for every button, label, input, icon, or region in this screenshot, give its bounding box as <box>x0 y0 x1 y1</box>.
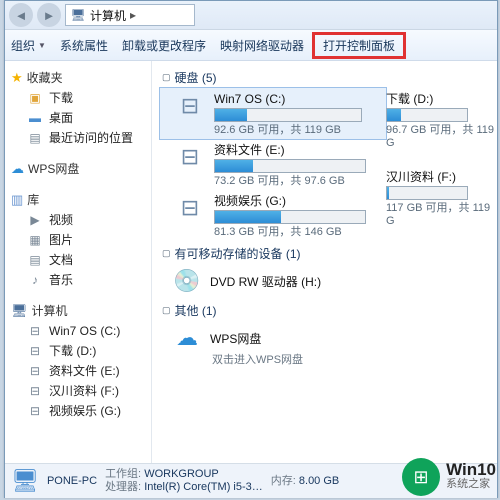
collapse-icon: ▢ <box>162 248 171 259</box>
cloud-icon: ☁ <box>172 325 202 351</box>
sidebar-item-drive-g[interactable]: ⊟视频娱乐 (G:) <box>5 401 151 421</box>
sidebar-item-documents[interactable]: ▤文档 <box>5 250 151 270</box>
sidebar-item-drive-c[interactable]: ⊟Win7 OS (C:) <box>5 321 151 341</box>
nav-forward-button[interactable]: ► <box>37 3 61 27</box>
collapse-icon: ▢ <box>162 72 171 83</box>
status-pc-name: PONE-PC <box>47 475 97 488</box>
star-icon: ★ <box>11 70 23 86</box>
sidebar-favorites-header[interactable]: ★ 收藏夹 <box>5 65 151 88</box>
drive-icon: ⊟ <box>27 363 43 379</box>
chevron-down-icon: ▼ <box>38 41 46 50</box>
wps-drive[interactable]: ☁ WPS网盘 <box>160 321 497 351</box>
computer-icon: 🖥 <box>11 468 39 494</box>
drive-icon: ⊟ <box>172 143 208 171</box>
recent-icon: ▤ <box>27 130 43 146</box>
nav-back-button[interactable]: ◄ <box>9 3 33 27</box>
sidebar-item-downloads[interactable]: ▣下载 <box>5 88 151 108</box>
desktop-icon: ▬ <box>27 110 43 126</box>
breadcrumb-sep: ▸ <box>130 8 136 22</box>
libraries-icon: ▥ <box>11 192 23 208</box>
drive-icon: ⊟ <box>27 383 43 399</box>
drive-icon: ⊟ <box>172 194 208 222</box>
category-removable[interactable]: ▢ 有可移动存储的设备 (1) <box>160 241 497 264</box>
drive-f[interactable]: 汉川资料 (F:) 117 GB 可用，共 119 G <box>386 166 497 230</box>
drive-icon: ⊟ <box>172 92 208 120</box>
computer-icon: 🖥 <box>70 7 86 23</box>
sidebar-item-desktop[interactable]: ▬桌面 <box>5 108 151 128</box>
sidebar-item-drive-e[interactable]: ⊟资料文件 (E:) <box>5 361 151 381</box>
address-bar[interactable]: 🖥 计算机 ▸ <box>65 4 195 26</box>
cloud-icon: ☁ <box>11 161 24 177</box>
drive-e[interactable]: ⊟ 资料文件 (E:) 73.2 GB 可用，共 97.6 GB <box>160 139 386 190</box>
windows-badge-icon: ⊞ <box>402 458 440 496</box>
sidebar-libraries-header[interactable]: ▥ 库 <box>5 187 151 210</box>
sidebar-computer-header[interactable]: 🖥 计算机 <box>5 298 151 321</box>
drive-icon: ⊟ <box>27 323 43 339</box>
usage-bar <box>214 108 362 122</box>
sidebar-item-drive-d[interactable]: ⊟下载 (D:) <box>5 341 151 361</box>
category-other[interactable]: ▢ 其他 (1) <box>160 298 497 321</box>
computer-icon: 🖥 <box>11 303 28 319</box>
drive-g[interactable]: ⊟ 视频娱乐 (G:) 81.3 GB 可用，共 146 GB <box>160 190 386 241</box>
drive-d[interactable]: 下载 (D:) 96.7 GB 可用，共 119 G <box>386 88 497 152</box>
dvd-icon: 💿 <box>172 268 202 294</box>
music-icon: ♪ <box>27 272 43 288</box>
usage-bar <box>386 108 468 122</box>
pictures-icon: ▦ <box>27 232 43 248</box>
watermark: ⊞ Win10 系统之家 <box>402 458 496 496</box>
drive-icon: ⊟ <box>27 403 43 419</box>
category-hard-drives[interactable]: ▢ 硬盘 (5) <box>160 65 497 88</box>
collapse-icon: ▢ <box>162 305 171 316</box>
video-icon: ▶ <box>27 212 43 228</box>
uninstall-program-button[interactable]: 卸载或更改程序 <box>122 37 206 54</box>
usage-bar <box>214 210 366 224</box>
system-properties-button[interactable]: 系统属性 <box>60 37 108 54</box>
sidebar-item-music[interactable]: ♪音乐 <box>5 270 151 290</box>
map-network-drive-button[interactable]: 映射网络驱动器 <box>220 37 304 54</box>
drive-c[interactable]: ⊟ Win7 OS (C:) 92.6 GB 可用，共 119 GB <box>160 88 386 139</box>
usage-bar <box>386 186 468 200</box>
folder-icon: ▣ <box>27 90 43 106</box>
sidebar-wps-header[interactable]: ☁ WPS网盘 <box>5 156 151 179</box>
breadcrumb-root[interactable]: 计算机 <box>90 7 126 24</box>
open-control-panel-button[interactable]: 打开控制面板 <box>312 32 406 59</box>
organize-button[interactable]: 组织 ▼ <box>11 37 46 54</box>
dvd-drive[interactable]: 💿 DVD RW 驱动器 (H:) <box>160 264 497 298</box>
wps-subtext: 双击进入WPS网盘 <box>160 351 497 367</box>
sidebar-item-drive-f[interactable]: ⊟汉川资料 (F:) <box>5 381 151 401</box>
sidebar-item-pictures[interactable]: ▦图片 <box>5 230 151 250</box>
documents-icon: ▤ <box>27 252 43 268</box>
sidebar-item-video[interactable]: ▶视频 <box>5 210 151 230</box>
drive-icon: ⊟ <box>27 343 43 359</box>
sidebar-item-recent[interactable]: ▤最近访问的位置 <box>5 128 151 148</box>
usage-bar <box>214 159 366 173</box>
